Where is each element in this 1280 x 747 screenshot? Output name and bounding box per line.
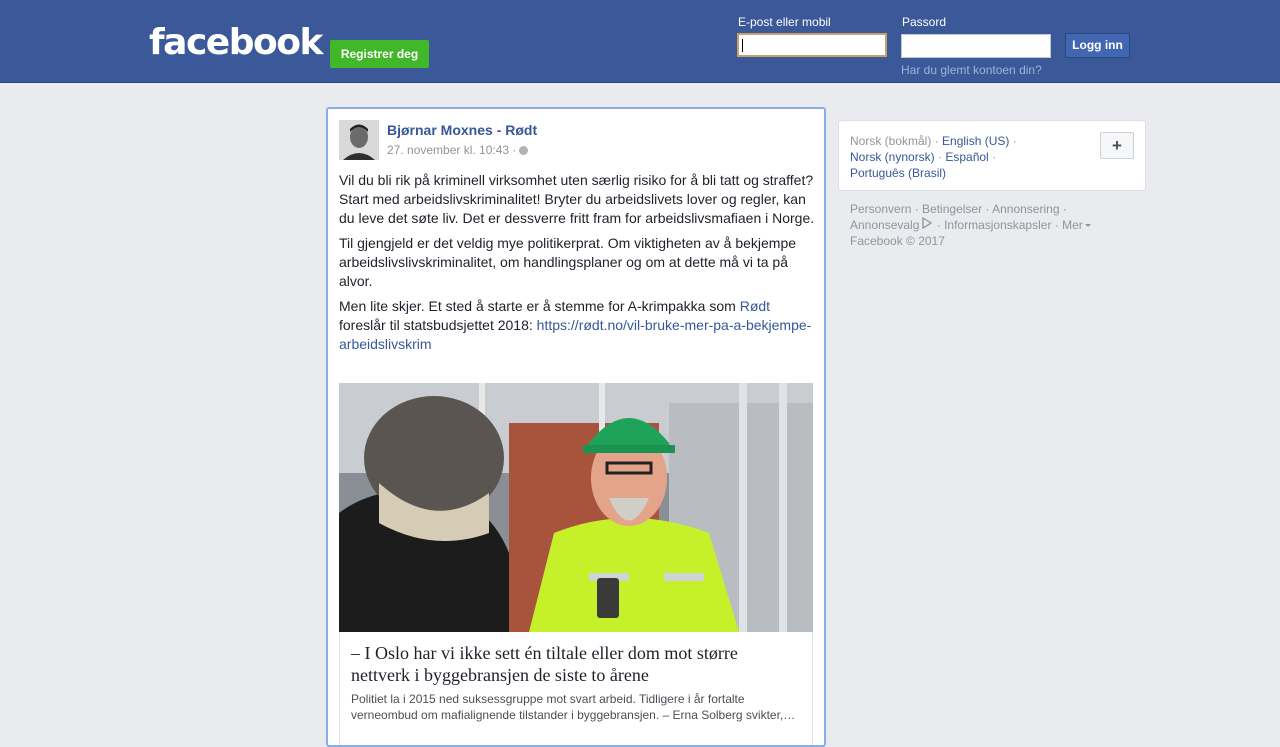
text-caret [742,39,743,52]
article-image[interactable] [339,383,813,632]
avatar[interactable] [339,120,379,160]
post-timestamp[interactable]: 27. november kl. 10:43 · [387,143,516,157]
post-paragraph-3: Men lite skjer. Et sted å starte er å st… [339,297,815,354]
footer-link-cookies[interactable]: Informasjonskapsler [944,218,1051,232]
post-text-part: foreslår til statsbudsjettet 2018: [339,317,537,333]
globe-icon [519,146,529,155]
post-meta: 27. november kl. 10:43 · [387,143,529,157]
chevron-down-icon [1084,224,1091,227]
post-card: Bjørnar Moxnes - Rødt 27. november kl. 1… [326,107,826,747]
language-nynorsk[interactable]: Norsk (nynorsk) [850,150,935,164]
language-spanish[interactable]: Español [945,150,988,164]
adchoices-icon [922,216,933,230]
post-paragraph-1: Vil du bli rik på kriminell virksomhet u… [339,172,815,226]
footer-link-advertising[interactable]: Annonsering [992,202,1059,216]
footer-link-terms[interactable]: Betingelser [922,202,982,216]
footer: Personvern · Betingelser · Annonsering ·… [850,201,1140,249]
footer-link-adchoices[interactable]: Annonsevalg [850,218,919,232]
language-portuguese[interactable]: Português (Brasil) [850,166,946,180]
language-list: Norsk (bokmål) · English (US) · Norsk (n… [850,134,1017,180]
footer-link-privacy[interactable]: Personvern [850,202,911,216]
post-text: Vil du bli rik på kriminell virksomhet u… [339,171,815,360]
more-languages-button[interactable]: + [1100,132,1134,159]
language-selector: Norsk (bokmål) · English (US) · Norsk (n… [838,120,1146,191]
link-preview-title[interactable]: – I Oslo har vi ikke sett én tiltale ell… [351,642,801,686]
post-author[interactable]: Bjørnar Moxnes - Rødt [387,122,537,138]
facebook-logo[interactable]: facebook [149,22,323,63]
language-current: Norsk (bokmål) [850,134,932,148]
register-button[interactable]: Registrer deg [330,40,429,68]
post-text-part: Men lite skjer. Et sted å starte er å st… [339,298,740,314]
email-label: E-post eller mobil [738,15,831,29]
link-preview-description: Politiet la i 2015 ned suksessgruppe mot… [351,692,796,722]
login-button[interactable]: Logg inn [1065,33,1130,58]
password-field[interactable] [901,34,1051,58]
top-bar: facebook Registrer deg E-post eller mobi… [0,0,1280,83]
forgot-account-link[interactable]: Har du glemt kontoen din? [901,63,1042,77]
link-preview-card[interactable]: – I Oslo har vi ikke sett én tiltale ell… [339,632,813,745]
language-english[interactable]: English (US) [942,134,1009,148]
party-link[interactable]: Rødt [740,298,770,314]
post-paragraph-2: Til gjengjeld er det veldig mye politike… [339,235,797,289]
copyright: Facebook © 2017 [850,234,945,248]
password-label: Passord [902,15,947,29]
email-field[interactable] [737,33,887,57]
footer-link-more[interactable]: Mer [1062,218,1083,232]
